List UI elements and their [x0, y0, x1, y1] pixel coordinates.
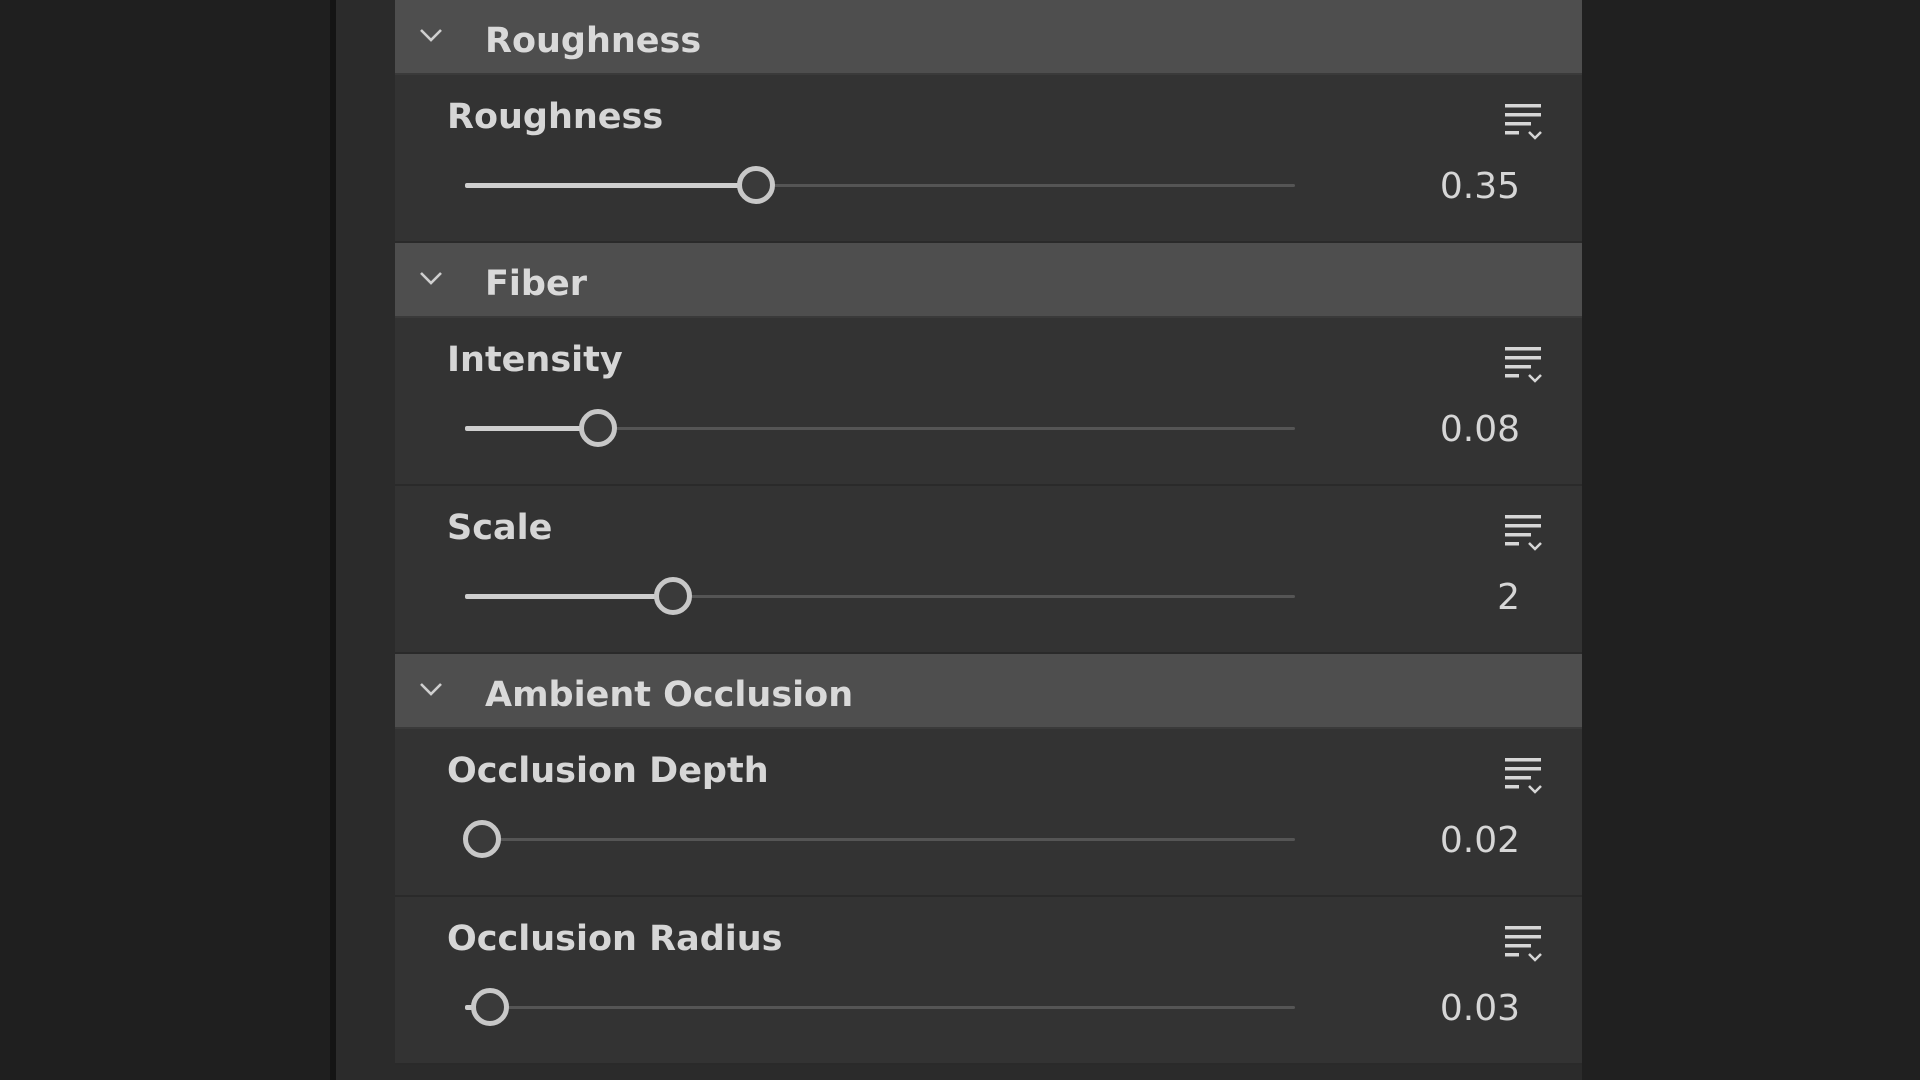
- param-intensity: Intensity 0.08: [395, 318, 1582, 486]
- param-value[interactable]: 0.02: [1440, 819, 1520, 861]
- scale-slider[interactable]: [465, 576, 1295, 616]
- slider-thumb[interactable]: [462, 820, 501, 858]
- param-label: Roughness: [447, 97, 664, 137]
- slider-thumb[interactable]: [653, 577, 692, 615]
- slider-track[interactable]: [465, 838, 1295, 841]
- intensity-slider[interactable]: [465, 408, 1295, 448]
- slider-thumb[interactable]: [470, 988, 509, 1026]
- occlusion-depth-slider[interactable]: [462, 819, 1295, 859]
- slider-thumb[interactable]: [578, 409, 617, 447]
- properties-content: Roughness Roughness 0.35 Fiber Intensity: [395, 0, 1582, 1065]
- param-value[interactable]: 0.08: [1440, 408, 1520, 450]
- param-label: Occlusion Radius: [447, 919, 783, 959]
- param-label: Scale: [447, 508, 553, 548]
- section-header-roughness[interactable]: Roughness: [395, 0, 1582, 75]
- param-label: Occlusion Depth: [447, 751, 769, 791]
- slider-fill: [465, 594, 673, 599]
- left-background: [0, 0, 330, 1080]
- list-options-icon[interactable]: [1503, 923, 1545, 965]
- slider-thumb[interactable]: [736, 166, 775, 204]
- param-occlusion-radius: Occlusion Radius 0.03: [395, 897, 1582, 1065]
- param-value[interactable]: 0.03: [1440, 987, 1520, 1029]
- chevron-down-icon[interactable]: [419, 24, 443, 46]
- section-header-ambient-occlusion[interactable]: Ambient Occlusion: [395, 654, 1582, 729]
- chevron-down-icon[interactable]: [419, 267, 443, 289]
- param-roughness: Roughness 0.35: [395, 75, 1582, 243]
- section-title: Fiber: [485, 264, 587, 304]
- slider-track[interactable]: [465, 1006, 1295, 1009]
- section-title: Ambient Occlusion: [485, 675, 854, 715]
- list-options-icon[interactable]: [1503, 755, 1545, 797]
- param-scale: Scale 2: [395, 486, 1582, 654]
- right-background: [1582, 0, 1920, 1080]
- param-value[interactable]: 0.35: [1440, 165, 1520, 207]
- list-options-icon[interactable]: [1503, 101, 1545, 143]
- roughness-slider[interactable]: [465, 165, 1295, 205]
- chevron-down-icon[interactable]: [419, 678, 443, 700]
- occlusion-radius-slider[interactable]: [465, 987, 1295, 1027]
- slider-fill: [465, 183, 756, 188]
- param-label: Intensity: [447, 340, 623, 380]
- section-title: Roughness: [485, 21, 702, 61]
- param-occlusion-depth: Occlusion Depth 0.02: [395, 729, 1582, 897]
- list-options-icon[interactable]: [1503, 512, 1545, 554]
- param-value[interactable]: 2: [1497, 576, 1520, 618]
- slider-fill: [465, 426, 598, 431]
- list-options-icon[interactable]: [1503, 344, 1545, 386]
- section-header-fiber[interactable]: Fiber: [395, 243, 1582, 318]
